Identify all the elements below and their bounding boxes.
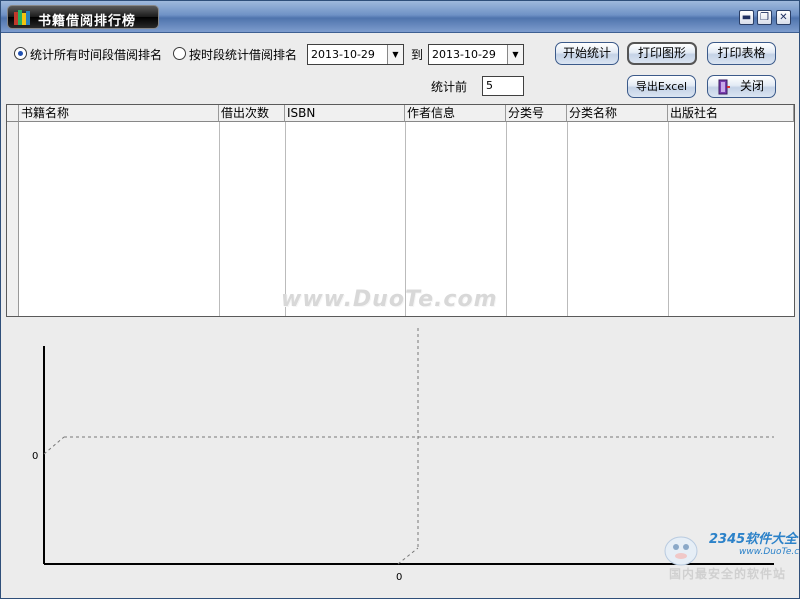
window-title: 书籍借阅排行榜	[38, 14, 137, 29]
end-date-picker[interactable]: 2013-10-29 ▼	[428, 44, 524, 65]
column-header[interactable]: ISBN	[285, 105, 405, 122]
start-date-value: 2013-10-29	[311, 48, 375, 61]
minimize-button[interactable]: ▬	[739, 10, 754, 25]
start-date-picker[interactable]: 2013-10-29 ▼	[307, 44, 404, 65]
mode-all-radio[interactable]	[14, 47, 27, 60]
print-table-button[interactable]: 打印表格	[707, 42, 776, 65]
brand-slogan: 国内最安全的软件站	[669, 567, 787, 581]
corner-header	[7, 105, 19, 122]
chevron-down-icon[interactable]: ▼	[387, 45, 403, 64]
column-divider	[668, 122, 669, 316]
top-n-input[interactable]: 5	[482, 76, 524, 96]
column-divider	[219, 122, 220, 316]
close-button-label: 关闭	[740, 79, 765, 93]
mode-period-label[interactable]: 按时段统计借阅排名	[189, 46, 297, 63]
brand-url: www.DuoTe.com	[739, 547, 800, 557]
books-icon	[14, 10, 30, 25]
title-bar[interactable]: 书籍借阅排行榜 ▬ ❐ ✕	[1, 1, 799, 33]
exit-door-icon	[718, 79, 730, 95]
chevron-down-icon[interactable]: ▼	[507, 45, 523, 64]
depth-edge-left	[43, 436, 65, 455]
app-window: 书籍借阅排行榜 ▬ ❐ ✕ 统计所有时间段借阅排名 按时段统计借阅排名 2013…	[0, 0, 800, 599]
depth-edge-bottom	[397, 547, 419, 565]
ranking-table[interactable]: 书籍名称 借出次数 ISBN 作者信息 分类号 分类名称 出版社名	[6, 104, 795, 317]
top-n-label: 统计前	[431, 80, 468, 94]
export-excel-button[interactable]: 导出Excel	[627, 75, 696, 98]
to-label: 到	[411, 48, 424, 62]
column-divider	[506, 122, 507, 316]
print-chart-button[interactable]: 打印图形	[627, 42, 697, 65]
column-header[interactable]: 出版社名	[668, 105, 794, 122]
close-window-button[interactable]: ✕	[776, 10, 791, 25]
x-tick-label: 0	[396, 572, 402, 583]
row-header-strip	[7, 122, 19, 316]
title-tab: 书籍借阅排行榜	[7, 5, 159, 29]
column-header[interactable]: 作者信息	[405, 105, 506, 122]
watermark-text: www.DuoTe.com	[281, 287, 498, 312]
column-header[interactable]: 书籍名称	[19, 105, 219, 122]
column-header[interactable]: 分类名称	[567, 105, 668, 122]
column-divider	[567, 122, 568, 316]
restore-button[interactable]: ❐	[757, 10, 772, 25]
mode-period-radio[interactable]	[173, 47, 186, 60]
y-tick-label: 0	[32, 451, 38, 462]
brand-name: 2345软件大全	[709, 532, 798, 547]
close-button[interactable]: 关闭	[707, 75, 776, 98]
column-header[interactable]: 借出次数	[219, 105, 285, 122]
column-header[interactable]: 分类号	[506, 105, 567, 122]
end-date-value: 2013-10-29	[432, 48, 496, 61]
mode-all-label[interactable]: 统计所有时间段借阅排名	[30, 46, 162, 63]
top-n-value: 5	[486, 79, 493, 92]
start-stats-button[interactable]: 开始统计	[555, 42, 619, 65]
